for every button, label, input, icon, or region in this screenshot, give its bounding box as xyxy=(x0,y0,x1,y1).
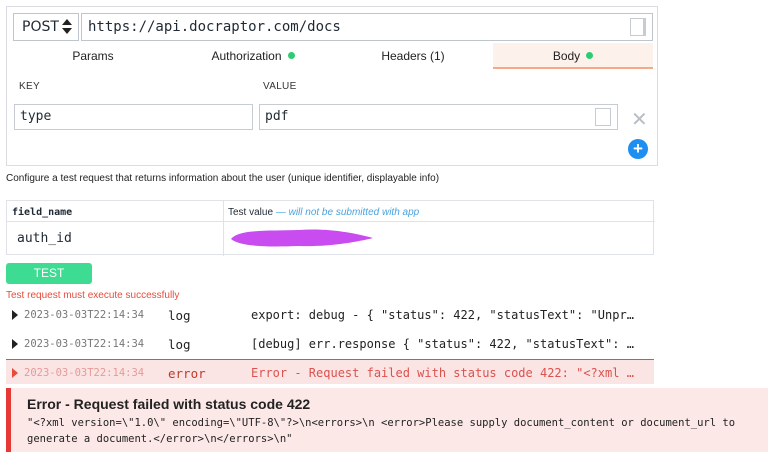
key-column-header: KEY xyxy=(19,81,40,92)
request-panel: POST https://api.docraptor.com/docs Para… xyxy=(6,6,658,166)
error-title: Error - Request failed with status code … xyxy=(27,396,311,412)
log-level: error xyxy=(168,366,206,381)
key-value: type xyxy=(20,109,52,124)
add-row-icon[interactable]: + xyxy=(628,139,648,159)
url-expand-icon[interactable] xyxy=(630,18,646,36)
url-input[interactable]: https://api.docraptor.com/docs xyxy=(81,13,653,41)
log-level: log xyxy=(168,337,191,352)
tab-headers[interactable]: Headers (1) xyxy=(333,43,493,69)
test-value-hint: — will not be submitted with app xyxy=(275,207,420,218)
log-message: [debug] err.response { "status": 422, "s… xyxy=(251,337,636,351)
error-alert: Error - Request failed with status code … xyxy=(6,388,768,452)
test-failure-note: Test request must execute successfully xyxy=(6,290,180,301)
log-message: Error - Request failed with status code … xyxy=(251,366,636,380)
status-dot-icon xyxy=(287,52,295,59)
redacted-test-value[interactable] xyxy=(229,225,375,249)
tab-label: Params xyxy=(72,49,114,63)
field-name-cell: auth_id xyxy=(17,231,72,246)
log-timestamp: 2023-03-03T22:14:34 xyxy=(24,338,145,350)
request-tabs: Params Authorization Headers (1) Body xyxy=(13,43,653,69)
log-level: log xyxy=(168,308,191,323)
log-row[interactable]: 2023-03-03T22:14:34 log export: debug - … xyxy=(6,302,654,328)
test-value-label: Test value xyxy=(228,207,274,218)
method-select[interactable]: POST xyxy=(13,13,79,41)
test-button[interactable]: TEST xyxy=(6,263,92,284)
tab-authorization[interactable]: Authorization xyxy=(173,43,333,69)
delete-row-icon[interactable]: ✕ xyxy=(631,107,648,132)
value-input[interactable]: pdf xyxy=(259,104,618,130)
tab-body[interactable]: Body xyxy=(493,43,653,69)
expand-triangle-icon[interactable] xyxy=(12,310,18,320)
log-timestamp: 2023-03-03T22:14:34 xyxy=(24,367,145,379)
value-value: pdf xyxy=(265,109,289,124)
expand-triangle-icon[interactable] xyxy=(12,339,18,349)
tab-params[interactable]: Params xyxy=(13,43,173,69)
error-body: "<?xml version=\"1.0\" encoding=\"UTF-8\… xyxy=(27,417,736,445)
method-value: POST xyxy=(22,19,59,35)
status-dot-icon xyxy=(586,52,594,59)
test-values-table: field_name Test value — will not be subm… xyxy=(6,200,655,256)
log-row[interactable]: 2023-03-03T22:14:34 log [debug] err.resp… xyxy=(6,331,654,357)
column-divider xyxy=(223,201,224,256)
expand-triangle-icon[interactable] xyxy=(12,368,18,378)
tab-label: Body xyxy=(552,49,581,63)
log-timestamp: 2023-03-03T22:14:34 xyxy=(24,309,145,321)
tab-label: Headers (1) xyxy=(381,49,445,63)
test-value-header: Test value — will not be submitted with … xyxy=(228,207,419,218)
row-divider xyxy=(7,221,655,222)
log-row-error[interactable]: 2023-03-03T22:14:34 error Error - Reques… xyxy=(6,359,654,384)
tab-label: Authorization xyxy=(211,49,282,63)
value-expand-icon[interactable] xyxy=(595,108,611,126)
key-input[interactable]: type xyxy=(14,104,253,130)
url-value: https://api.docraptor.com/docs xyxy=(88,19,341,35)
field-name-header: field_name xyxy=(12,207,73,218)
value-column-header: VALUE xyxy=(263,81,297,92)
test-description: Configure a test request that returns in… xyxy=(6,173,440,184)
log-message: export: debug - { "status": 422, "status… xyxy=(251,308,636,322)
